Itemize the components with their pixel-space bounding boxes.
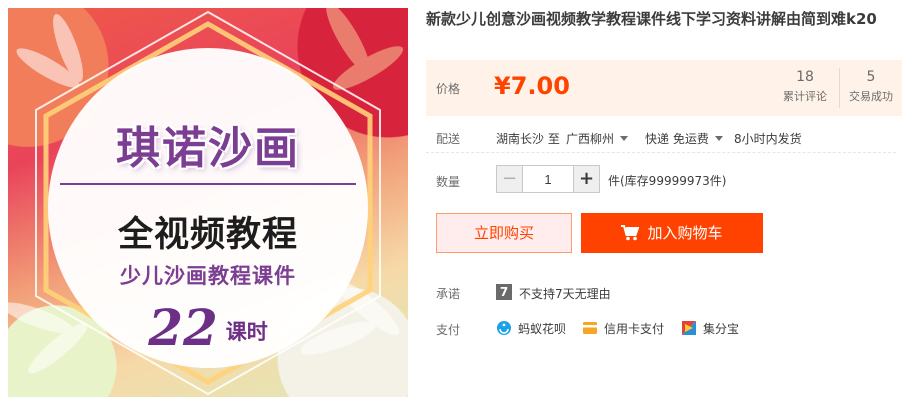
chevron-down-icon [714,136,723,141]
destination-value: 广西柳州 [566,132,615,146]
payment-method-name: 蚂蚁花呗 [518,322,567,336]
product-image[interactable]: 琪诺沙画 全视频教程 少儿沙画教程课件 22 课时 [8,8,408,397]
payment-method-name: 信用卡支付 [604,322,665,336]
credit-card-icon [583,322,597,334]
jifenbao-icon [682,321,696,335]
price-panel: 价格 ¥7.00 18 累计评论 5 交易成功 [426,60,902,116]
buy-now-button[interactable]: 立即购买 [436,213,572,253]
payment-method-credit-card[interactable]: 信用卡支付 [582,320,664,337]
reviews-label: 累计评论 [783,90,827,103]
promise-text[interactable]: 不支持7天无理由 [519,285,611,302]
price-value: ¥7.00 [494,72,570,100]
deals-count: 5 [866,69,876,85]
image-divider [60,183,356,185]
add-to-cart-button[interactable]: 加入购物车 [581,213,763,253]
dispatch-time: 8小时内发货 [734,132,802,146]
payment-label: 支付 [436,323,461,337]
lesson-count-unit: 课时 [225,320,268,344]
lesson-count-number: 22 [148,298,218,357]
promise-label: 承诺 [436,287,461,301]
decrease-button[interactable]: − [497,166,523,192]
image-headline: 全视频教程 [117,215,298,255]
destination-select[interactable]: 广西柳州 [566,130,629,147]
shipping-method-select[interactable]: 快递 免运费 [645,130,723,147]
add-to-cart-label: 加入购物车 [647,224,723,242]
product-detail: 琪诺沙画 全视频教程 少儿沙画教程课件 22 课时 新款少儿创意沙画视频教学教程课… [0,0,902,415]
chevron-down-icon [620,136,629,141]
shipping-method-value: 快递 免运费 [645,132,709,146]
quantity-input[interactable] [523,166,573,192]
payment-method-jifenbao[interactable]: 集分宝 [681,320,739,337]
deals-label: 交易成功 [849,90,893,103]
shipping-label: 配送 [436,132,461,146]
huabei-icon [497,321,511,335]
payment-method-name: 集分宝 [703,322,740,336]
quantity-label: 数量 [436,175,461,189]
image-subhead: 少儿沙画教程课件 [120,264,296,288]
section-divider [426,152,896,153]
deals-stat: 5 交易成功 [840,69,902,104]
price-label: 价格 [436,82,461,96]
product-title: 新款少儿创意沙画视频教学教程课件线下学习资料讲解由简到难k20 [426,10,877,28]
cart-icon [621,225,640,241]
stock-info: 件(库存99999973件) [608,174,727,188]
quantity-stepper: − + [496,165,600,193]
brand-logo-text: 琪诺沙画 [116,123,300,174]
lesson-count: 22 课时 [8,298,408,357]
increase-button[interactable]: + [573,166,599,192]
reviews-count: 18 [796,69,814,85]
shipping-from: 湖南长沙 至 [496,132,560,146]
reviews-stat[interactable]: 18 累计评论 [774,69,836,104]
no-return-icon: 7 [496,284,512,300]
payment-method-huabei[interactable]: 蚂蚁花呗 [496,320,566,337]
